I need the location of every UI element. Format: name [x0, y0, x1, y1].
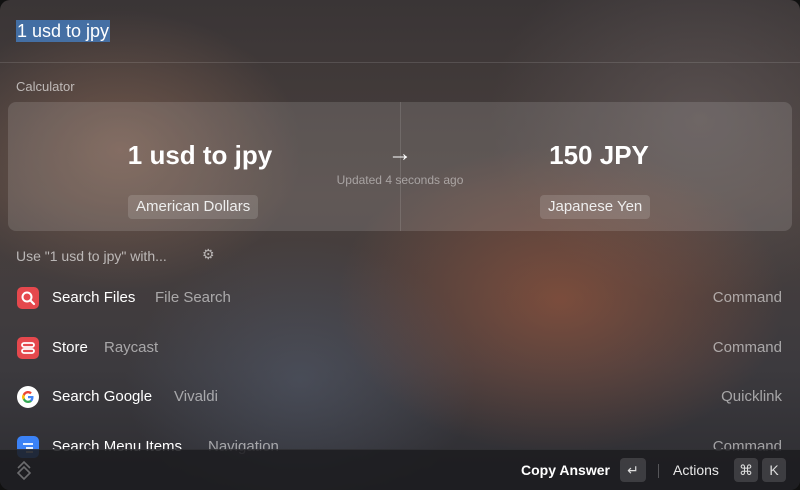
action-bar: Copy Answer ↵ Actions ⌘ K	[0, 449, 800, 490]
list-item-title: Search Google	[52, 388, 153, 405]
google-icon	[17, 386, 39, 408]
list-item-subtitle: Raycast	[104, 339, 159, 356]
calculator-result: 150 JPY	[549, 140, 649, 170]
list-item-type: Quicklink	[721, 388, 782, 405]
list-item-subtitle: Vivaldi	[174, 388, 218, 405]
raycast-logo-icon	[14, 460, 34, 481]
to-currency-badge: Japanese Yen	[540, 195, 651, 219]
footer-separator	[658, 464, 659, 478]
list-item-title: Store	[52, 339, 88, 356]
search-bar[interactable]: 1 usd to jpy	[0, 0, 800, 63]
list-item-subtitle: File Search	[155, 289, 231, 306]
store-icon	[17, 337, 39, 359]
launcher-window: 1 usd to jpy Calculator 1 usd to jpy → 1…	[0, 0, 800, 490]
calculator-card[interactable]: 1 usd to jpy → 150 JPY Updated 4 seconds…	[8, 102, 792, 231]
actions-button[interactable]: Actions	[673, 462, 719, 478]
from-currency-badge: American Dollars	[128, 195, 259, 219]
list-item-search-files[interactable]: Search Files File Search Command	[0, 278, 800, 318]
magnifier-icon	[17, 287, 39, 309]
list-item-type: Command	[712, 289, 782, 306]
list-item-store[interactable]: Store Raycast Command	[0, 328, 800, 368]
calculator-section-title: Calculator	[16, 79, 75, 94]
calculator-updated-text: Updated 4 seconds ago	[336, 173, 464, 187]
use-with-section-title: Use "1 usd to jpy" with...	[16, 248, 167, 264]
copy-answer-button[interactable]: Copy Answer	[521, 462, 610, 478]
k-key-icon: K	[762, 458, 786, 482]
list-item-title: Search Files	[52, 289, 136, 306]
list-item-search-google[interactable]: Search Google Vivaldi Quicklink	[0, 377, 800, 417]
enter-key-icon: ↵	[620, 458, 646, 482]
gear-icon[interactable]: ⚙	[202, 246, 215, 263]
list-item-type: Command	[712, 339, 782, 356]
calculator-input: 1 usd to jpy	[127, 140, 273, 170]
search-input[interactable]: 1 usd to jpy	[16, 20, 111, 42]
command-key-icon: ⌘	[734, 458, 758, 482]
arrow-icon: →	[388, 140, 412, 167]
